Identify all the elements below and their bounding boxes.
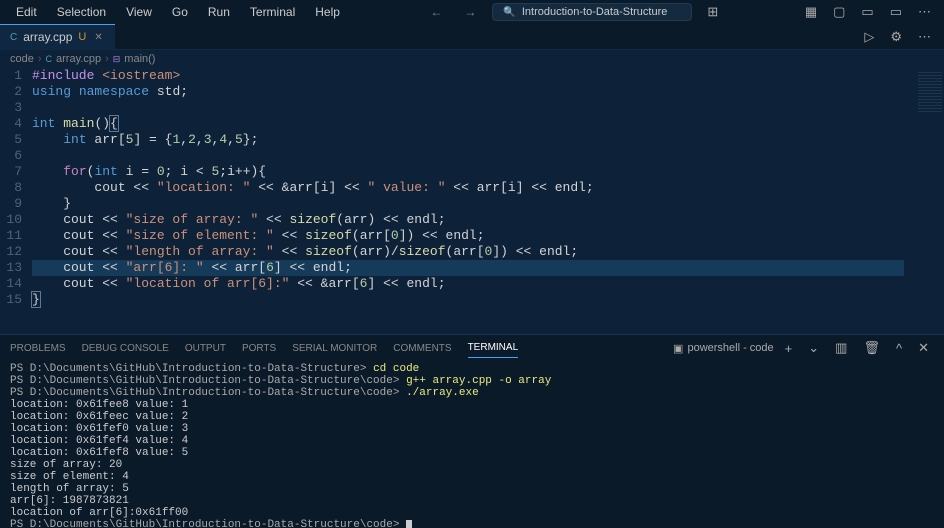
menu-go[interactable]: Go — [164, 3, 196, 21]
menu-terminal[interactable]: Terminal — [242, 3, 303, 21]
code-line[interactable]: } — [32, 292, 912, 308]
code-line[interactable] — [32, 148, 912, 164]
terminal-line: PS D:\Documents\GitHub\Introduction-to-D… — [10, 375, 934, 387]
bottom-panel: PROBLEMS DEBUG CONSOLE OUTPUT PORTS SERI… — [0, 334, 944, 528]
terminal-line: location: 0x61fef4 value: 4 — [10, 435, 934, 447]
terminal-line: location: 0x61fef0 value: 3 — [10, 423, 934, 435]
titlebar-right: ▦ ▢ ▭ ▭ ⋯ — [800, 2, 936, 22]
terminal-line: arr[6]: 1987873821 — [10, 495, 934, 507]
search-icon: 🔍 — [503, 7, 515, 18]
code-line[interactable]: int main(){ — [32, 116, 912, 132]
code-line[interactable]: cout << "arr[6]: " << arr[6] << endl; — [32, 260, 904, 276]
terminal-line: location: 0x61fee8 value: 1 — [10, 399, 934, 411]
sidebar-toggle-icon[interactable]: ▭ — [856, 2, 878, 22]
code-line[interactable]: for(int i = 0; i < 5;i++){ — [32, 164, 912, 180]
terminal-dropdown-icon[interactable]: ⌄ — [803, 338, 824, 358]
panel-toggle-icon[interactable]: ▢ — [828, 2, 850, 22]
panel-tab-output[interactable]: OUTPUT — [185, 339, 226, 358]
copilot-icon[interactable]: ⊞ — [702, 2, 723, 22]
menu-edit[interactable]: Edit — [8, 3, 45, 21]
menu-view[interactable]: View — [118, 3, 160, 21]
chevron-right-icon: › — [38, 53, 42, 65]
breadcrumb-file[interactable]: array.cpp — [56, 53, 101, 65]
minimap[interactable] — [912, 68, 944, 334]
terminal-line: PS D:\Documents\GitHub\Introduction-to-D… — [10, 519, 934, 528]
command-center[interactable]: 🔍 Introduction-to-Data-Structure — [492, 3, 692, 21]
nav-back-icon[interactable]: ← — [424, 3, 448, 21]
more-actions-icon[interactable]: ⋯ — [913, 27, 936, 47]
powershell-icon: ▣ — [673, 342, 683, 355]
breadcrumb-folder[interactable]: code — [10, 53, 34, 65]
layout-icon[interactable]: ▭ — [885, 2, 907, 22]
kill-terminal-icon[interactable]: 🗑 — [858, 338, 885, 358]
command-center-label: Introduction-to-Data-Structure — [522, 6, 668, 18]
settings-gear-icon[interactable]: ⚙ — [885, 27, 907, 47]
more-icon[interactable]: ⋯ — [913, 2, 936, 22]
code-line[interactable]: cout << "size of array: " << sizeof(arr)… — [32, 212, 912, 228]
terminal-line: size of array: 20 — [10, 459, 934, 471]
menu-help[interactable]: Help — [307, 3, 348, 21]
breadcrumb-symbol[interactable]: main() — [124, 53, 155, 65]
split-terminal-icon[interactable]: ▥ — [830, 338, 852, 358]
code-line[interactable]: #include <iostream> — [32, 68, 912, 84]
tab-array-cpp[interactable]: C array.cpp U ✕ — [0, 24, 115, 49]
code-area[interactable]: #include <iostream>using namespace std; i… — [32, 68, 912, 334]
code-line[interactable] — [32, 100, 912, 116]
menu-selection[interactable]: Selection — [49, 3, 114, 21]
code-line[interactable]: cout << "location: " << &arr[i] << " val… — [32, 180, 912, 196]
terminal-content[interactable]: PS D:\Documents\GitHub\Introduction-to-D… — [0, 361, 944, 528]
panel-tab-comments[interactable]: COMMENTS — [393, 339, 451, 358]
tab-filename: array.cpp — [23, 30, 72, 44]
nav-forward-icon[interactable]: → — [458, 3, 482, 21]
code-line[interactable]: } — [32, 196, 912, 212]
chevron-right-icon: › — [105, 53, 109, 65]
terminal-line: location: 0x61feec value: 2 — [10, 411, 934, 423]
editor[interactable]: 123456789101112131415 #include <iostream… — [0, 68, 944, 334]
maximize-panel-icon[interactable]: ^ — [891, 339, 907, 358]
cpp-file-icon: C — [10, 32, 17, 43]
line-gutter: 123456789101112131415 — [0, 68, 32, 334]
tab-actions: ▷ ⚙ ⋯ — [859, 27, 944, 47]
terminal-line: location of arr[6]:0x61ff00 — [10, 507, 934, 519]
panel-tab-ports[interactable]: PORTS — [242, 339, 276, 358]
cpp-file-icon: C — [46, 54, 53, 64]
terminal-line: PS D:\Documents\GitHub\Introduction-to-D… — [10, 387, 934, 399]
menu-run[interactable]: Run — [200, 3, 238, 21]
code-line[interactable]: cout << "size of element: " << sizeof(ar… — [32, 228, 912, 244]
run-code-icon[interactable]: ▷ — [859, 27, 879, 47]
panel-tabs: PROBLEMS DEBUG CONSOLE OUTPUT PORTS SERI… — [0, 335, 944, 361]
layout-customize-icon[interactable]: ▦ — [800, 2, 822, 22]
tab-git-status: U — [78, 31, 86, 43]
terminal-line: length of array: 5 — [10, 483, 934, 495]
panel-actions: ▣ powershell - code + ⌄ ▥ 🗑 ^ ✕ — [673, 338, 934, 358]
terminal-line: size of element: 4 — [10, 471, 934, 483]
panel-tab-terminal[interactable]: TERMINAL — [468, 338, 519, 358]
panel-tab-debug[interactable]: DEBUG CONSOLE — [82, 339, 169, 358]
function-icon: ⊟ — [113, 54, 121, 65]
titlebar-center: ← → 🔍 Introduction-to-Data-Structure ⊞ — [352, 2, 796, 22]
code-line[interactable]: int arr[5] = {1,2,3,4,5}; — [32, 132, 912, 148]
minimap-preview — [918, 72, 942, 112]
close-panel-icon[interactable]: ✕ — [913, 338, 934, 358]
breadcrumb[interactable]: code › C array.cpp › ⊟ main() — [0, 50, 944, 68]
title-bar: Edit Selection View Go Run Terminal Help… — [0, 0, 944, 24]
tab-close-icon[interactable]: ✕ — [92, 32, 104, 43]
new-terminal-icon[interactable]: + — [780, 339, 798, 358]
code-line[interactable]: using namespace std; — [32, 84, 912, 100]
code-line[interactable]: cout << "length of array: " << sizeof(ar… — [32, 244, 912, 260]
editor-tabs: C array.cpp U ✕ ▷ ⚙ ⋯ — [0, 24, 944, 50]
panel-tab-problems[interactable]: PROBLEMS — [10, 339, 66, 358]
panel-tab-serial[interactable]: SERIAL MONITOR — [292, 339, 377, 358]
terminal-shell-label[interactable]: ▣ powershell - code — [673, 342, 774, 355]
terminal-line: location: 0x61fef8 value: 5 — [10, 447, 934, 459]
terminal-line: PS D:\Documents\GitHub\Introduction-to-D… — [10, 363, 934, 375]
code-line[interactable]: cout << "location of arr[6]:" << &arr[6]… — [32, 276, 912, 292]
